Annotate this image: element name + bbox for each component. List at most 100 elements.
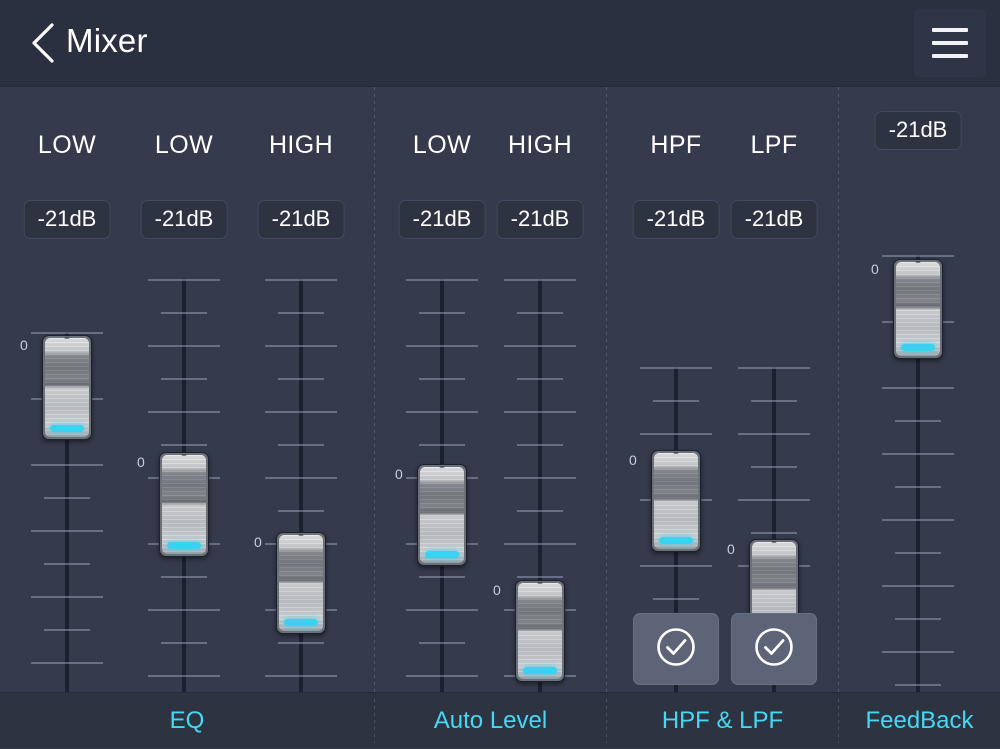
fader-tick-mark — [738, 499, 810, 501]
gain-value-badge[interactable]: -21dB — [633, 200, 720, 239]
hamburger-menu-icon-bar — [932, 41, 968, 45]
fader-thumb-surface — [420, 467, 464, 563]
fader-thumb-surface — [279, 535, 323, 631]
lpf-enable-toggle[interactable] — [731, 613, 817, 685]
fader-slider[interactable]: 0 — [485, 279, 595, 722]
fader-tick-mark — [265, 411, 337, 413]
fader-thumb[interactable] — [417, 464, 467, 566]
fader-tick-mark — [640, 433, 712, 435]
tab-feedback[interactable]: FeedBack — [839, 693, 1000, 749]
channel-label: HIGH — [241, 131, 361, 160]
fader-tick-mark — [265, 345, 337, 347]
fader-tick-mark — [406, 345, 478, 347]
channel-label: LPF — [714, 131, 834, 160]
channel-label: LOW — [124, 131, 244, 160]
fader-tick-mark — [504, 477, 576, 479]
gain-value-badge[interactable]: -21dB — [258, 200, 345, 239]
fader-slider[interactable]: 0 — [12, 332, 122, 722]
fader-tick-mark — [44, 629, 90, 631]
fader-tick-mark — [161, 576, 207, 578]
gain-value-badge[interactable]: -21dB — [399, 200, 486, 239]
hamburger-menu-icon-bar — [932, 28, 968, 32]
fader-position-indicator — [167, 542, 201, 549]
tab-hpf-lpf[interactable]: HPF & LPF — [607, 693, 838, 749]
fader-slider[interactable]: 0 — [863, 255, 973, 707]
fader-tick-mark — [517, 576, 563, 578]
fader-tick-mark — [751, 532, 797, 534]
fader-tick-mark — [738, 433, 810, 435]
fader-tick-mark — [517, 444, 563, 446]
channel-strip: -21dB0 — [858, 87, 978, 692]
fader-thumb-notch — [65, 337, 70, 339]
hamburger-menu-icon-bar — [932, 54, 968, 58]
fader-zero-label: 0 — [629, 453, 637, 467]
fader-tick-mark — [278, 378, 324, 380]
fader-tick-mark — [640, 367, 712, 369]
fader-tick-mark — [161, 444, 207, 446]
fader-position-indicator — [425, 551, 459, 558]
fader-tick-mark — [517, 312, 563, 314]
fader-tick-mark — [419, 444, 465, 446]
channel-label: LOW — [7, 131, 127, 160]
hamburger-menu-button[interactable] — [914, 9, 986, 77]
fader-tick-mark — [148, 345, 220, 347]
chevron-left-icon — [30, 22, 56, 64]
fader-thumb-notch — [538, 582, 543, 584]
gain-value-badge[interactable]: -21dB — [497, 200, 584, 239]
fader-tick-mark — [406, 675, 478, 677]
app-header: Mixer — [0, 0, 1000, 87]
fader-zero-label: 0 — [137, 455, 145, 469]
tab-eq[interactable]: EQ — [0, 693, 374, 749]
fader-thumb-surface — [896, 262, 940, 356]
panel-hpf-lpf: HPF-21dB0LPF-21dB0 — [607, 87, 838, 692]
fader-zero-label: 0 — [727, 542, 735, 556]
fader-tick-mark — [278, 312, 324, 314]
fader-tick-mark — [419, 576, 465, 578]
fader-thumb[interactable] — [515, 580, 565, 682]
fader-tick-mark — [882, 453, 954, 455]
panel-eq: LOW-21dB0LOW-21dB0HIGH-21dB0 — [0, 87, 374, 692]
fader-thumb[interactable] — [651, 450, 701, 552]
fader-tick-mark — [504, 345, 576, 347]
fader-tick-mark — [406, 279, 478, 281]
fader-tick-mark — [406, 411, 478, 413]
tab-auto-level[interactable]: Auto Level — [375, 693, 606, 749]
gain-value-badge[interactable]: -21dB — [24, 200, 111, 239]
check-circle-icon — [752, 625, 796, 674]
fader-tick-mark — [419, 312, 465, 314]
fader-thumb[interactable] — [276, 532, 326, 634]
fader-tick-mark — [31, 530, 103, 532]
fader-tick-mark — [738, 367, 810, 369]
fader-tick-mark — [419, 378, 465, 380]
fader-tick-mark — [882, 519, 954, 521]
fader-tick-mark — [148, 279, 220, 281]
fader-tick-mark — [517, 510, 563, 512]
fader-tick-mark — [265, 279, 337, 281]
fader-thumb-surface — [162, 455, 206, 554]
fader-tick-mark — [895, 486, 941, 488]
back-button[interactable] — [20, 18, 66, 68]
fader-slider[interactable]: 0 — [246, 279, 356, 722]
fader-tick-mark — [278, 642, 324, 644]
fader-tick-mark — [265, 477, 337, 479]
fader-tick-mark — [751, 400, 797, 402]
fader-tick-mark — [895, 552, 941, 554]
gain-value-badge[interactable]: -21dB — [731, 200, 818, 239]
gain-value-badge[interactable]: -21dB — [141, 200, 228, 239]
fader-zero-label: 0 — [493, 583, 501, 597]
fader-position-indicator — [284, 619, 318, 626]
panel-feedback: -21dB0 — [839, 87, 1000, 692]
fader-tick-mark — [31, 596, 103, 598]
gain-value-badge[interactable]: -21dB — [875, 111, 962, 150]
fader-tick-mark — [31, 464, 103, 466]
fader-thumb[interactable] — [159, 452, 209, 557]
channel-strip: HIGH-21dB0 — [241, 87, 361, 692]
fader-thumb[interactable] — [893, 259, 943, 359]
fader-thumb[interactable] — [42, 335, 92, 440]
fader-slider[interactable]: 0 — [129, 279, 239, 722]
fader-tick-mark — [161, 642, 207, 644]
fader-tick-mark — [44, 497, 90, 499]
channel-strip: HIGH-21dB0 — [480, 87, 600, 692]
hpf-enable-toggle[interactable] — [633, 613, 719, 685]
fader-tick-mark — [895, 618, 941, 620]
